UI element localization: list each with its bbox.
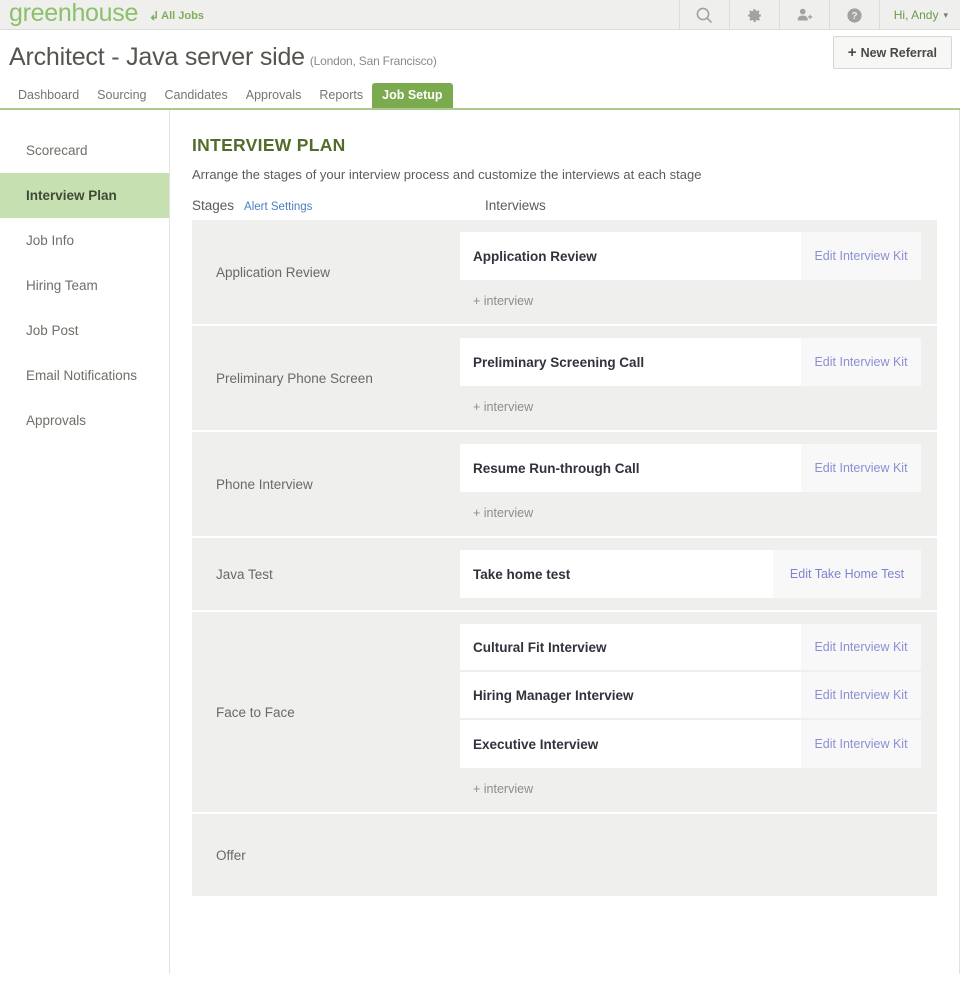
stage-block: Preliminary Phone Screen Preliminary Scre… bbox=[192, 326, 937, 430]
search-icon[interactable] bbox=[678, 0, 729, 30]
column-header-interviews: Interviews bbox=[485, 198, 546, 213]
stage-block: Face to Face Cultural Fit Interview Edit I… bbox=[192, 612, 937, 812]
stage-name[interactable]: Java Test bbox=[192, 538, 460, 610]
section-title: INTERVIEW PLAN bbox=[192, 135, 346, 155]
stage-interviews bbox=[460, 814, 937, 896]
alert-settings-link[interactable]: Alert Settings bbox=[244, 201, 312, 213]
sidebar-item-scorecard[interactable]: Scorecard bbox=[0, 128, 169, 173]
interview-row[interactable]: Take home test Edit Take Home Test bbox=[460, 550, 921, 598]
add-interview-link[interactable]: + interview bbox=[460, 768, 921, 800]
edit-interview-kit-link[interactable]: Edit Take Home Test bbox=[773, 550, 921, 598]
add-user-icon[interactable] bbox=[778, 0, 829, 30]
tab-reports[interactable]: Reports bbox=[310, 84, 372, 108]
edit-interview-kit-link[interactable]: Edit Interview Kit bbox=[801, 624, 921, 670]
interview-name: Preliminary Screening Call bbox=[473, 354, 645, 370]
stage-interviews: Cultural Fit Interview Edit Interview Kit… bbox=[460, 612, 937, 812]
svg-text:?: ? bbox=[851, 11, 857, 22]
return-arrow-icon: ↲ bbox=[149, 8, 160, 23]
edit-interview-kit-link[interactable]: Edit Interview Kit bbox=[801, 232, 921, 280]
edit-interview-kit-link[interactable]: Edit Interview Kit bbox=[801, 720, 921, 768]
interview-row[interactable]: Executive Interview Edit Interview Kit bbox=[460, 720, 921, 768]
add-interview-link[interactable]: + interview bbox=[460, 280, 921, 312]
interview-card-list: Cultural Fit Interview Edit Interview Kit… bbox=[460, 624, 921, 768]
chevron-down-icon: ▾ bbox=[943, 9, 948, 20]
sidebar-item-email-notifications[interactable]: Email Notifications bbox=[0, 353, 169, 398]
stage-block: Application Review Application Review Edit… bbox=[192, 220, 937, 324]
sidebar-item-job-info[interactable]: Job Info bbox=[0, 218, 169, 263]
edit-interview-kit-link[interactable]: Edit Interview Kit bbox=[801, 672, 921, 718]
stage-interviews: Application Review Edit Interview Kit + in… bbox=[460, 220, 937, 324]
main-content: INTERVIEW PLAN Arrange the stages of you… bbox=[170, 110, 959, 974]
stage-name[interactable]: Offer bbox=[192, 814, 460, 896]
tab-approvals[interactable]: Approvals bbox=[237, 84, 311, 108]
interview-row[interactable]: Hiring Manager Interview Edit Interview K… bbox=[460, 672, 921, 720]
stage-interviews: Resume Run-through Call Edit Interview Ki… bbox=[460, 432, 937, 536]
tab-sourcing[interactable]: Sourcing bbox=[88, 84, 155, 108]
stage-interviews: Preliminary Screening Call Edit Interview… bbox=[460, 326, 937, 430]
tab-candidates[interactable]: Candidates bbox=[156, 84, 237, 108]
stage-block: Java Test Take home test Edit Take Home Te… bbox=[192, 538, 937, 610]
sidebar-item-interview-plan[interactable]: Interview Plan bbox=[0, 173, 169, 218]
new-referral-button[interactable]: + New Referral bbox=[832, 36, 952, 69]
greeting-label: Hi, Andy bbox=[893, 8, 939, 22]
gear-icon[interactable] bbox=[728, 0, 779, 30]
top-bar-actions: ? Hi, Andy ▾ bbox=[678, 0, 960, 30]
interview-card-list: Take home test Edit Take Home Test bbox=[460, 550, 921, 598]
interview-name: Executive Interview bbox=[473, 736, 599, 752]
interview-name: Take home test bbox=[473, 566, 571, 582]
interview-name: Cultural Fit Interview bbox=[473, 639, 607, 655]
user-menu[interactable]: Hi, Andy ▾ bbox=[878, 0, 960, 30]
sidebar: Scorecard Interview Plan Job Info Hiring… bbox=[0, 110, 170, 974]
stage-name[interactable]: Preliminary Phone Screen bbox=[192, 326, 460, 430]
top-bar: greenhouse ↲ All Jobs ? Hi, Andy ▾ bbox=[0, 0, 960, 30]
sidebar-item-approvals[interactable]: Approvals bbox=[0, 398, 169, 443]
edit-interview-kit-link[interactable]: Edit Interview Kit bbox=[801, 444, 921, 492]
interview-name: Resume Run-through Call bbox=[473, 460, 640, 476]
stage-name[interactable]: Phone Interview bbox=[192, 432, 460, 536]
interview-row[interactable]: Application Review Edit Interview Kit bbox=[460, 232, 921, 280]
stage-block: Offer bbox=[192, 814, 937, 896]
column-headers: Stages Alert Settings Interviews bbox=[192, 198, 937, 213]
plus-icon: + bbox=[847, 44, 857, 61]
interview-name: Hiring Manager Interview bbox=[473, 687, 634, 703]
sidebar-item-job-post[interactable]: Job Post bbox=[0, 308, 169, 353]
page-body: Scorecard Interview Plan Job Info Hiring… bbox=[0, 110, 960, 974]
stage-name[interactable]: Application Review bbox=[192, 220, 460, 324]
primary-nav-tabs: Dashboard Sourcing Candidates Approvals … bbox=[0, 83, 960, 110]
page-title: Architect - Java server side (London, San… bbox=[9, 42, 960, 76]
stage-name[interactable]: Face to Face bbox=[192, 612, 460, 812]
interview-row[interactable]: Preliminary Screening Call Edit Interview… bbox=[460, 338, 921, 386]
all-jobs-label: All Jobs bbox=[161, 9, 204, 22]
stage-interviews: Take home test Edit Take Home Test bbox=[460, 538, 937, 610]
interview-row[interactable]: Cultural Fit Interview Edit Interview Kit bbox=[460, 624, 921, 672]
edit-interview-kit-link[interactable]: Edit Interview Kit bbox=[801, 338, 921, 386]
tab-dashboard[interactable]: Dashboard bbox=[9, 84, 88, 108]
new-referral-label: New Referral bbox=[860, 46, 937, 60]
greenhouse-logo[interactable]: greenhouse bbox=[9, 0, 138, 25]
stages-list: Application Review Application Review Edit… bbox=[192, 220, 937, 896]
job-header: Architect - Java server side (London, San… bbox=[0, 30, 960, 76]
section-subtitle: Arrange the stages of your interview pro… bbox=[192, 167, 702, 182]
tab-job-setup[interactable]: Job Setup bbox=[372, 83, 453, 108]
interview-card-list: Preliminary Screening Call Edit Interview… bbox=[460, 338, 921, 386]
job-title-text: Architect - Java server side bbox=[9, 43, 305, 71]
interview-row[interactable]: Resume Run-through Call Edit Interview Ki… bbox=[460, 444, 921, 492]
sidebar-item-hiring-team[interactable]: Hiring Team bbox=[0, 263, 169, 308]
all-jobs-link[interactable]: ↲ All Jobs bbox=[149, 9, 204, 23]
add-interview-link[interactable]: + interview bbox=[460, 492, 921, 524]
stage-block: Phone Interview Resume Run-through Call Ed… bbox=[192, 432, 937, 536]
job-locations: (London, San Francisco) bbox=[309, 54, 437, 68]
interview-card-list: Resume Run-through Call Edit Interview Ki… bbox=[460, 444, 921, 492]
column-header-stages: Stages bbox=[192, 198, 235, 213]
interview-name: Application Review bbox=[473, 248, 597, 264]
add-interview-link[interactable]: + interview bbox=[460, 386, 921, 418]
help-icon[interactable]: ? bbox=[828, 0, 879, 30]
interview-card-list: Application Review Edit Interview Kit bbox=[460, 232, 921, 280]
